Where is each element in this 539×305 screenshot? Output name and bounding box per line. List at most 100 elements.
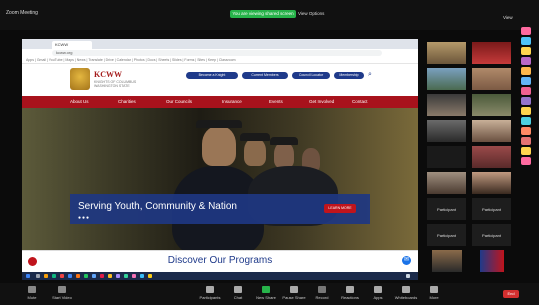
browser-tab-active[interactable]: KCWW [52, 41, 92, 49]
whiteboard-icon [402, 286, 410, 293]
emoji-icon[interactable] [521, 77, 531, 85]
emoji-icon[interactable] [521, 57, 531, 65]
heart-emoji-icon[interactable] [521, 27, 531, 35]
chat-button[interactable]: Chat [226, 286, 250, 300]
hero-learn-more-button[interactable]: LEARN MORE [324, 204, 356, 213]
site-logo-text[interactable]: KCWW [94, 70, 122, 79]
emoji-icon[interactable] [521, 47, 531, 55]
emoji-icon[interactable] [521, 127, 531, 135]
emoji-icon[interactable] [521, 117, 531, 125]
start-video-button[interactable]: Start Video [50, 286, 74, 300]
nav-contact[interactable]: Contact [352, 96, 368, 108]
view-button[interactable]: View [503, 15, 513, 20]
council-locator-button[interactable]: Council Locator [292, 72, 330, 79]
taskbar-app-icon[interactable] [116, 274, 120, 278]
pause-icon [290, 286, 298, 293]
participant-video-tile[interactable] [427, 94, 466, 116]
taskbar-app-icon[interactable] [76, 274, 80, 278]
start-icon[interactable] [26, 274, 30, 278]
membership-button[interactable]: Membership [334, 72, 364, 79]
participant-video-tile[interactable] [427, 68, 466, 90]
apps-button[interactable]: Apps [366, 286, 390, 300]
taskbar-app-icon[interactable] [92, 274, 96, 278]
taskbar-app-icon[interactable] [60, 274, 64, 278]
taskbar-app-icon[interactable] [100, 274, 104, 278]
participant-video-tile[interactable] [480, 250, 504, 272]
emoji-icon[interactable] [521, 67, 531, 75]
view-options-menu[interactable]: View Options [298, 10, 324, 18]
reactions-button[interactable]: Reactions [338, 286, 362, 300]
become-knight-button[interactable]: Become a Knight [186, 72, 238, 79]
participant-video-tile[interactable] [427, 172, 466, 194]
taskbar-app-icon[interactable] [124, 274, 128, 278]
nav-events[interactable]: Events [269, 96, 283, 108]
emoji-icon[interactable] [521, 37, 531, 45]
bookmarks-bar[interactable]: Apps | Gmail | YouTube | Maps | News | T… [22, 57, 418, 64]
control-label: Whiteboards [394, 295, 418, 300]
mute-button[interactable]: Mute [20, 286, 44, 300]
participant-video-tile[interactable] [472, 172, 511, 194]
emoji-icon[interactable] [521, 147, 531, 155]
taskbar-app-icon[interactable] [84, 274, 88, 278]
taskbar-app-icon[interactable] [68, 274, 72, 278]
chat-widget-icon[interactable]: ✉ [402, 256, 411, 265]
emoji-icon[interactable] [521, 87, 531, 95]
participant-video-tile[interactable] [427, 120, 466, 142]
search-icon[interactable]: ⌕ [368, 71, 372, 79]
taskbar-app-icon[interactable] [52, 274, 56, 278]
control-label: Start Video [52, 295, 72, 300]
participant-video-tile[interactable] [472, 94, 511, 116]
record-button[interactable]: Record [310, 286, 334, 300]
new-share-button[interactable]: New Share [254, 286, 278, 300]
emoji-icon[interactable] [521, 107, 531, 115]
pause-share-button[interactable]: Pause Share [282, 286, 306, 300]
participant-name-tile[interactable]: Participant [472, 198, 511, 220]
participant-name-tile[interactable]: Participant [427, 198, 466, 220]
taskbar-app-icon[interactable] [44, 274, 48, 278]
microphone-muted-icon [28, 286, 36, 293]
control-label: Chat [233, 295, 243, 300]
system-tray-icon[interactable] [406, 274, 410, 278]
kofc-emblem-icon[interactable] [70, 68, 90, 90]
participant-name-tile[interactable]: Participant [427, 224, 466, 246]
nav-about[interactable]: About Us [70, 96, 89, 108]
more-button[interactable]: More [422, 286, 446, 300]
emoji-icon[interactable] [521, 137, 531, 145]
participant-video-tile[interactable] [427, 42, 466, 64]
participant-video-tile[interactable] [432, 250, 462, 272]
current-members-button[interactable]: Current Members [242, 72, 288, 79]
url-input[interactable]: kcww.org [52, 50, 382, 56]
taskbar-app-icon[interactable] [108, 274, 112, 278]
share-screen-icon [262, 286, 270, 293]
nav-charities[interactable]: Charities [118, 96, 136, 108]
participant-video-tile[interactable] [472, 146, 511, 168]
discover-section: Discover Our Programs ✉ [22, 250, 418, 272]
nav-insurance[interactable]: Insurance [222, 96, 242, 108]
reactions-icon [346, 286, 354, 293]
zoom-window-title: Zoom Meeting [6, 10, 38, 16]
control-label: Pause Share [282, 295, 306, 300]
participant-video-tile[interactable] [427, 146, 466, 168]
participants-button[interactable]: Participants [198, 286, 222, 300]
apps-icon [374, 286, 382, 293]
nav-get-involved[interactable]: Get Involved [309, 96, 334, 108]
emoji-icon[interactable] [521, 97, 531, 105]
end-meeting-button[interactable]: End [503, 290, 519, 298]
whiteboards-button[interactable]: Whiteboards [394, 286, 418, 300]
taskbar-app-icon[interactable] [36, 274, 40, 278]
nav-councils[interactable]: Our Councils [166, 96, 192, 108]
cadet-figure [274, 142, 294, 168]
taskbar-app-icon[interactable] [140, 274, 144, 278]
site-nav: About Us Charities Our Councils Insuranc… [22, 96, 418, 108]
emoji-icon[interactable] [521, 157, 531, 165]
participant-video-tile[interactable] [472, 120, 511, 142]
cadet-cap [196, 120, 242, 128]
more-icon [430, 286, 438, 293]
carousel-dots[interactable]: ●●● [78, 215, 90, 221]
taskbar-app-icon[interactable] [132, 274, 136, 278]
taskbar-app-icon[interactable] [148, 274, 152, 278]
participant-name-tile[interactable]: Participant [472, 224, 511, 246]
participant-video-tile[interactable] [472, 68, 511, 90]
participant-video-tile[interactable] [472, 42, 511, 64]
share-status-pill[interactable]: You are viewing shared screen [230, 10, 296, 18]
